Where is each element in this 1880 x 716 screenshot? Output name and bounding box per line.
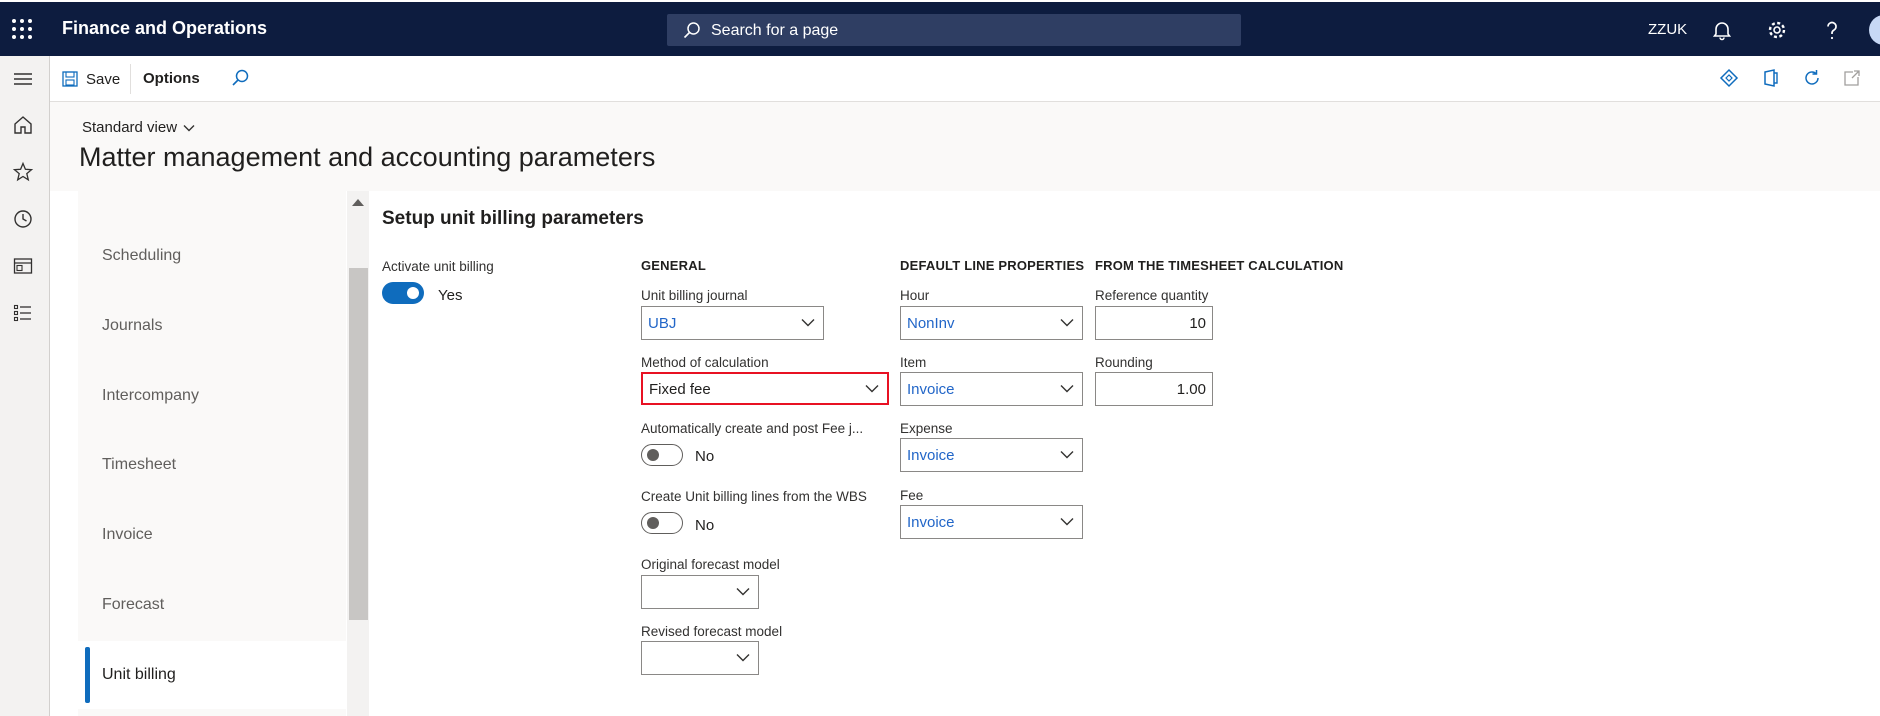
home-icon[interactable] xyxy=(12,114,34,136)
method-of-calculation-value: Fixed fee xyxy=(649,381,711,398)
hour-value: NonInv xyxy=(907,315,955,332)
save-label: Save xyxy=(86,70,121,88)
unit-billing-journal-value: UBJ xyxy=(648,315,677,332)
revised-forecast-model-dropdown[interactable] xyxy=(641,641,759,675)
item-label: Item xyxy=(900,355,927,370)
avatar[interactable] xyxy=(1869,15,1880,45)
item-dropdown[interactable]: Invoice xyxy=(900,372,1083,406)
action-pane: Save Options xyxy=(50,56,1880,102)
gear-icon[interactable] xyxy=(1766,19,1788,41)
chevron-down-icon xyxy=(183,124,195,131)
method-of-calculation-label: Method of calculation xyxy=(641,355,769,370)
page-title: Matter management and accounting paramet… xyxy=(79,142,656,172)
item-value: Invoice xyxy=(907,381,955,398)
recent-clock-icon[interactable] xyxy=(12,208,34,230)
chevron-down-icon xyxy=(801,319,815,327)
chevron-down-icon xyxy=(1060,451,1074,459)
general-group-heading: GENERAL xyxy=(641,258,706,273)
tab-invoice[interactable]: Invoice xyxy=(78,501,346,569)
left-nav-rail xyxy=(0,56,50,716)
hamburger-menu-icon[interactable] xyxy=(12,68,34,90)
tab-journals[interactable]: Journals xyxy=(78,292,346,360)
options-button[interactable]: Options xyxy=(143,70,200,87)
original-forecast-model-label: Original forecast model xyxy=(641,557,780,572)
open-new-window-icon[interactable] xyxy=(1842,68,1862,88)
method-of-calculation-dropdown[interactable]: Fixed fee xyxy=(641,372,889,405)
scrollbar-thumb[interactable] xyxy=(349,268,368,620)
chevron-down-icon xyxy=(1060,385,1074,393)
scroll-up-arrow-icon[interactable] xyxy=(352,199,364,206)
section-title: Setup unit billing parameters xyxy=(382,208,644,229)
rounding-value: 1.00 xyxy=(1176,381,1206,398)
vertical-tab-list: Financial Scheduling Journals Intercompa… xyxy=(78,191,346,716)
default-line-properties-heading: DEFAULT LINE PROPERTIES xyxy=(900,258,1085,273)
tab-timesheet[interactable]: Timesheet xyxy=(78,431,346,499)
favorites-star-icon[interactable] xyxy=(12,161,34,183)
help-icon[interactable] xyxy=(1821,19,1843,41)
modules-list-icon[interactable] xyxy=(12,302,34,324)
top-bar: Finance and Operations Search for a page… xyxy=(0,0,1880,56)
auto-create-post-fee-toggle[interactable] xyxy=(641,444,683,466)
expense-dropdown[interactable]: Invoice xyxy=(900,438,1083,472)
chevron-down-icon xyxy=(1060,319,1074,327)
company-selector[interactable]: ZZUK xyxy=(1648,21,1687,38)
activate-unit-billing-toggle[interactable] xyxy=(382,282,424,304)
power-apps-icon[interactable] xyxy=(1719,68,1739,88)
hour-dropdown[interactable]: NonInv xyxy=(900,306,1083,340)
timesheet-calculation-heading: FROM THE TIMESHEET CALCULATION xyxy=(1095,258,1344,273)
search-icon[interactable] xyxy=(230,68,250,88)
activate-unit-billing-value: Yes xyxy=(438,287,463,304)
auto-create-post-fee-label: Automatically create and post Fee j... xyxy=(641,421,864,436)
save-disk-icon xyxy=(62,71,78,87)
unit-billing-journal-dropdown[interactable]: UBJ xyxy=(641,306,824,340)
refresh-icon[interactable] xyxy=(1802,68,1822,88)
tab-scheduling[interactable]: Scheduling xyxy=(78,222,346,290)
rounding-label: Rounding xyxy=(1095,355,1153,370)
fee-dropdown[interactable]: Invoice xyxy=(900,505,1083,539)
app-launcher-icon[interactable] xyxy=(12,19,32,39)
fee-value: Invoice xyxy=(907,514,955,531)
rounding-input[interactable]: 1.00 xyxy=(1095,372,1213,406)
create-unit-billing-lines-label: Create Unit billing lines from the WBS xyxy=(641,489,867,504)
expense-value: Invoice xyxy=(907,447,955,464)
chevron-down-icon xyxy=(736,654,750,662)
chevron-down-icon xyxy=(1060,518,1074,526)
original-forecast-model-dropdown[interactable] xyxy=(641,575,759,609)
workspaces-icon[interactable] xyxy=(12,255,34,277)
tab-forecast[interactable]: Forecast xyxy=(78,571,346,639)
view-selector[interactable]: Standard view xyxy=(82,119,195,136)
global-search-input[interactable]: Search for a page xyxy=(667,14,1241,46)
tab-intercompany[interactable]: Intercompany xyxy=(78,362,346,430)
unit-billing-journal-label: Unit billing journal xyxy=(641,288,748,303)
reference-quantity-label: Reference quantity xyxy=(1095,288,1209,303)
reference-quantity-value: 10 xyxy=(1189,315,1206,332)
search-icon xyxy=(683,22,700,39)
chevron-down-icon xyxy=(865,385,879,393)
hour-label: Hour xyxy=(900,288,930,303)
revised-forecast-model-label: Revised forecast model xyxy=(641,624,783,639)
office-icon[interactable] xyxy=(1761,68,1781,88)
divider xyxy=(130,64,131,94)
reference-quantity-input[interactable]: 10 xyxy=(1095,306,1213,340)
fee-label: Fee xyxy=(900,488,924,503)
auto-create-post-fee-value: No xyxy=(695,448,715,465)
activate-unit-billing-label: Activate unit billing xyxy=(382,259,494,274)
view-label: Standard view xyxy=(82,119,178,136)
expense-label: Expense xyxy=(900,421,953,436)
create-unit-billing-lines-value: No xyxy=(695,517,715,534)
search-placeholder: Search for a page xyxy=(711,22,839,39)
save-button[interactable]: Save xyxy=(62,68,120,90)
chevron-down-icon xyxy=(736,588,750,596)
create-unit-billing-lines-toggle[interactable] xyxy=(641,512,683,534)
tab-unit-billing[interactable]: Unit billing xyxy=(78,641,346,709)
app-title[interactable]: Finance and Operations xyxy=(62,18,267,39)
bell-icon[interactable] xyxy=(1711,19,1733,41)
tab-financial[interactable]: Financial xyxy=(78,191,346,221)
